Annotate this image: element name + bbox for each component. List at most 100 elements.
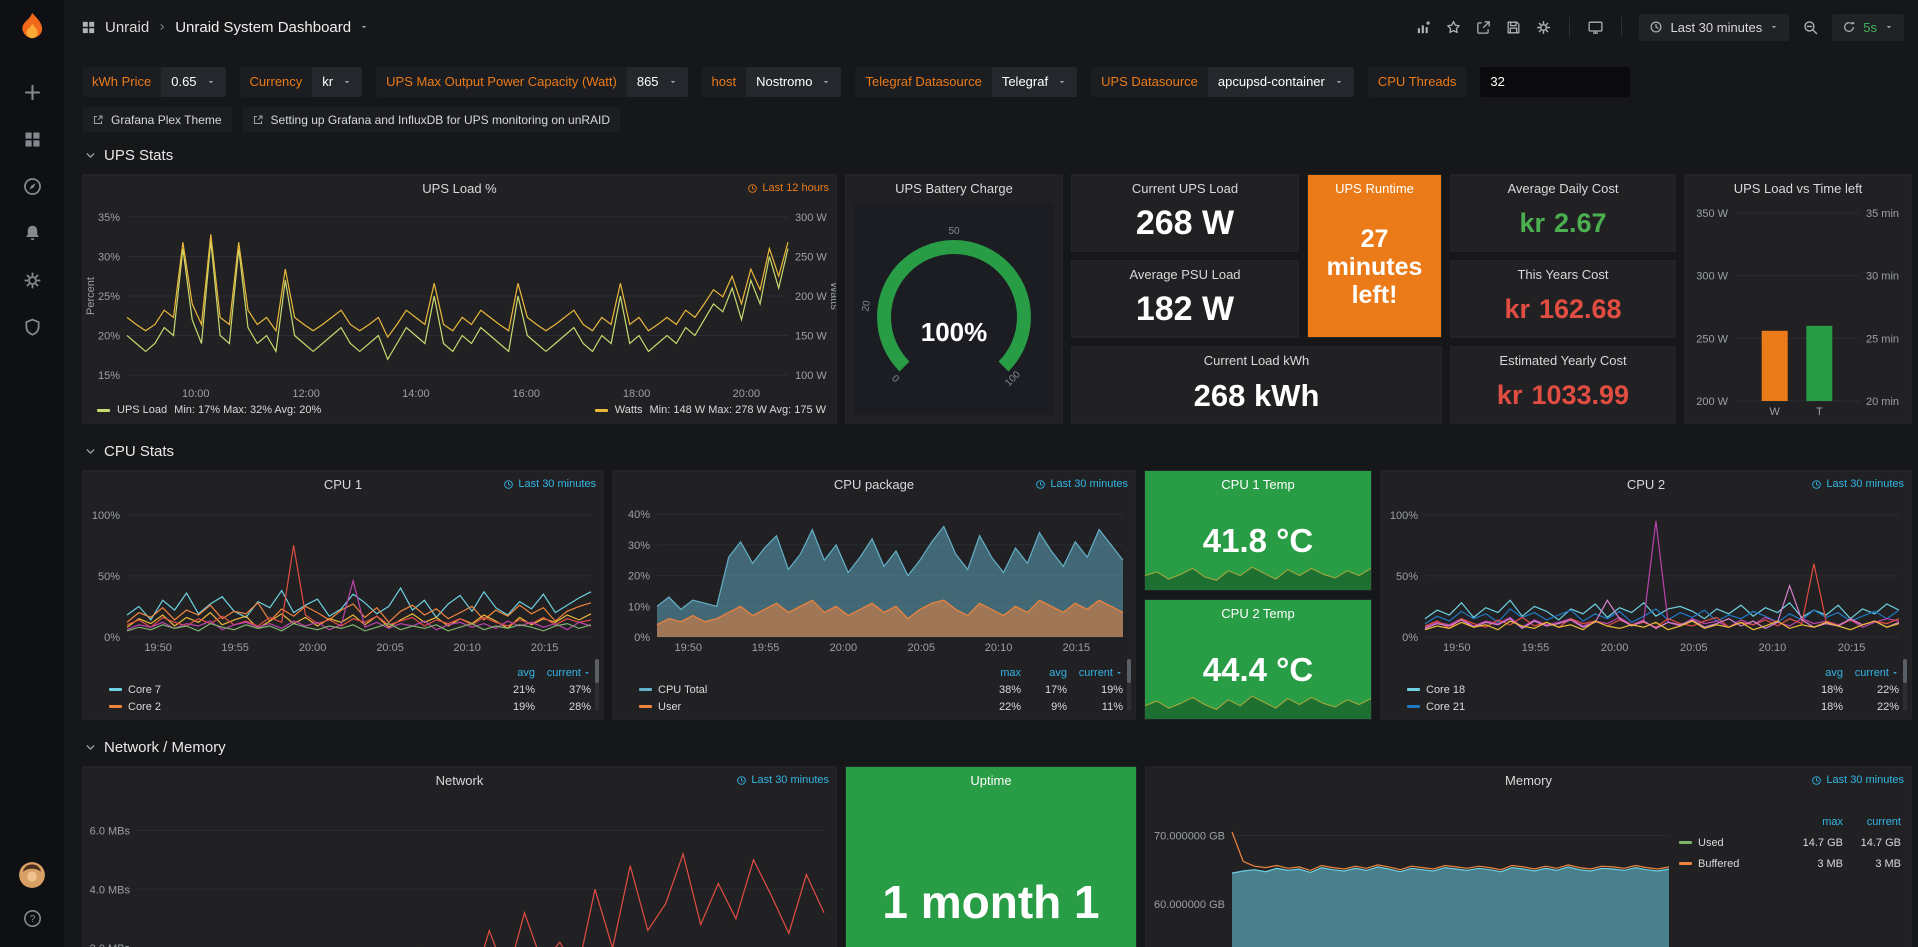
series-name[interactable]: Core 2 xyxy=(128,701,161,713)
panel-title[interactable]: Average PSU Load xyxy=(1072,267,1298,282)
cycle-view-monitor-icon[interactable] xyxy=(1587,19,1604,36)
sort-avg[interactable]: avg xyxy=(489,667,535,679)
series-name[interactable]: Buffered xyxy=(1698,858,1739,870)
cpu-threads-input[interactable] xyxy=(1480,67,1630,97)
panel-title[interactable]: Memory xyxy=(1505,773,1552,788)
series-name[interactable]: Core 21 xyxy=(1426,701,1465,713)
share-icon[interactable] xyxy=(1475,19,1492,36)
sort-current[interactable]: current xyxy=(1067,667,1123,679)
panel-title[interactable]: Current Load kWh xyxy=(1072,353,1441,368)
sort-current[interactable]: current xyxy=(1843,816,1901,828)
legend-scrollbar[interactable] xyxy=(1127,659,1131,711)
panel-title[interactable]: UPS Runtime xyxy=(1308,181,1441,196)
explore-compass-icon[interactable] xyxy=(22,176,43,197)
cpu2-legend: avg current Core 18 18% 22% Core 21 18% … xyxy=(1407,664,1899,715)
panel-title[interactable]: Estimated Yearly Cost xyxy=(1451,353,1675,368)
variable-value-dropdown[interactable]: apcupsd-container xyxy=(1208,67,1354,97)
variable-value-dropdown[interactable]: Telegraf xyxy=(992,67,1077,97)
panel-time-override: Last 30 minutes xyxy=(736,774,829,786)
panel-ups-battery-charge: UPS Battery Charge 02050100100% xyxy=(845,174,1063,424)
legend-value: 28% xyxy=(535,701,591,713)
sort-avg[interactable]: avg xyxy=(1797,667,1843,679)
external-link-icon xyxy=(92,114,104,126)
panel-title[interactable]: Uptime xyxy=(846,773,1136,788)
svg-text:30 min: 30 min xyxy=(1866,271,1899,283)
legend-value: 22% xyxy=(1843,684,1899,696)
panel-title[interactable]: CPU 2 Temp xyxy=(1145,606,1371,621)
panel-title[interactable]: CPU 1 xyxy=(324,477,362,492)
link-ups-monitoring-guide[interactable]: Setting up Grafana and InfluxDB for UPS … xyxy=(242,107,621,132)
alerting-bell-icon[interactable] xyxy=(22,223,43,244)
panel-title[interactable]: UPS Battery Charge xyxy=(895,181,1013,196)
star-icon[interactable] xyxy=(1445,19,1462,36)
dashboard-grid-icon[interactable] xyxy=(80,19,97,36)
server-admin-shield-icon[interactable] xyxy=(22,317,43,338)
sort-max[interactable]: max xyxy=(975,667,1021,679)
series-name[interactable]: User xyxy=(658,701,681,713)
help-icon[interactable] xyxy=(22,908,43,929)
section-header-ups-stats[interactable]: UPS Stats xyxy=(84,144,1918,166)
panel-this-years-cost: This Years Cost kr 162.68 xyxy=(1450,260,1676,338)
legend-scrollbar[interactable] xyxy=(595,659,599,711)
cpu2-chart[interactable]: 100%50%0%19:5019:5520:0020:0520:1020:15 xyxy=(1381,497,1911,655)
configuration-gear-icon[interactable] xyxy=(22,270,43,291)
zoom-out-icon[interactable] xyxy=(1802,19,1819,36)
network-chart[interactable]: 6.0 MBs4.0 MBs2.0 MBs xyxy=(83,793,836,947)
panel-title[interactable]: Network xyxy=(436,773,484,788)
series-name[interactable]: Watts xyxy=(615,404,643,416)
panel-title[interactable]: UPS Load vs Time left xyxy=(1734,181,1863,196)
grafana-logo-icon[interactable] xyxy=(13,10,51,48)
dashboard-title[interactable]: Unraid System Dashboard xyxy=(175,19,351,36)
legend-value: 17% xyxy=(1021,684,1067,696)
settings-gear-icon[interactable] xyxy=(1535,19,1552,36)
panel-title[interactable]: CPU package xyxy=(834,477,914,492)
divider xyxy=(1569,17,1570,37)
refresh-button[interactable]: 5s xyxy=(1832,14,1904,41)
panel-title[interactable]: Current UPS Load xyxy=(1072,181,1298,196)
panel-title[interactable]: CPU 2 xyxy=(1627,477,1665,492)
refresh-icon xyxy=(1842,20,1856,34)
panel-title[interactable]: Average Daily Cost xyxy=(1451,181,1675,196)
time-range-picker[interactable]: Last 30 minutes xyxy=(1639,14,1789,41)
panel-title[interactable]: This Years Cost xyxy=(1451,267,1675,282)
add-panel-icon[interactable] xyxy=(1415,19,1432,36)
dashboards-icon[interactable] xyxy=(22,129,43,150)
variable-value-dropdown[interactable]: 865 xyxy=(627,67,688,97)
caret-down-icon xyxy=(342,77,352,87)
variable-currency: Currency kr xyxy=(240,67,363,97)
panel-header: Memory Last 30 minutes xyxy=(1146,767,1911,793)
cpu-package-chart[interactable]: 40%30%20%10%0%19:5019:5520:0020:0520:102… xyxy=(613,497,1135,655)
series-name[interactable]: UPS Load xyxy=(117,404,167,416)
cpu1-chart[interactable]: 100%50%0%19:5019:5520:0020:0520:1020:15 xyxy=(83,497,603,655)
sort-current[interactable]: current xyxy=(535,667,591,679)
link-grafana-plex-theme[interactable]: Grafana Plex Theme xyxy=(82,107,232,132)
section-header-cpu-stats[interactable]: CPU Stats xyxy=(84,440,1918,462)
series-name[interactable]: Used xyxy=(1698,837,1724,849)
title-caret-down-icon[interactable] xyxy=(359,22,369,32)
panel-title[interactable]: CPU 1 Temp xyxy=(1145,477,1371,492)
sort-max[interactable]: max xyxy=(1785,816,1843,828)
section-header-network-memory[interactable]: Network / Memory xyxy=(84,736,1918,758)
legend-row: Core 21 18% 22% xyxy=(1407,698,1899,715)
create-plus-icon[interactable] xyxy=(22,82,43,103)
svg-text:300 W: 300 W xyxy=(795,212,827,224)
sort-current[interactable]: current xyxy=(1843,667,1899,679)
variable-value-dropdown[interactable]: Nostromo xyxy=(746,67,841,97)
ups-vs-time-bar-chart[interactable]: 350 W300 W250 W200 W35 min30 min25 min20… xyxy=(1689,201,1907,419)
variable-value-dropdown[interactable]: 0.65 xyxy=(161,67,225,97)
ups-load-chart[interactable]: 35%30%25%20%15%300 W250 W200 W150 W100 W… xyxy=(83,201,836,401)
sort-avg[interactable]: avg xyxy=(1021,667,1067,679)
variable-label: kWh Price xyxy=(82,67,161,97)
panel-title[interactable]: UPS Load % xyxy=(422,181,496,196)
stat-value: 182 W xyxy=(1072,282,1298,337)
legend-scrollbar[interactable] xyxy=(1903,659,1907,711)
series-name[interactable]: CPU Total xyxy=(658,684,707,696)
save-icon[interactable] xyxy=(1505,19,1522,36)
series-name[interactable]: Core 7 xyxy=(128,684,161,696)
memory-chart[interactable]: 70.000000 GB60.000000 GB50.000000 GB xyxy=(1146,793,1681,947)
series-name[interactable]: Core 18 xyxy=(1426,684,1465,696)
variable-value-dropdown[interactable]: kr xyxy=(312,67,362,97)
legend-header: avg current xyxy=(109,664,591,681)
user-avatar[interactable] xyxy=(19,862,45,888)
breadcrumb-root[interactable]: Unraid xyxy=(105,19,149,36)
